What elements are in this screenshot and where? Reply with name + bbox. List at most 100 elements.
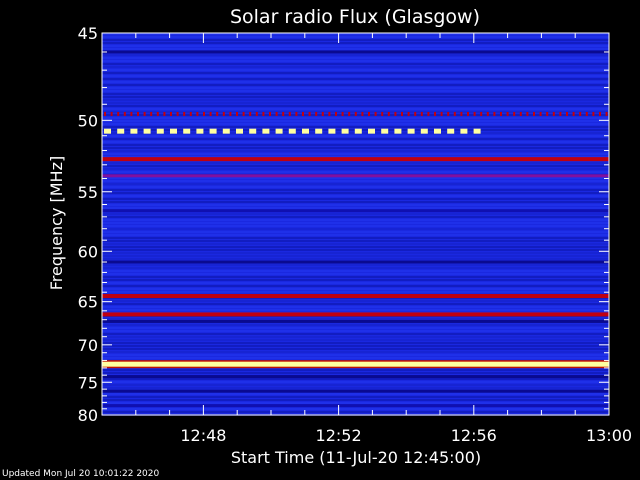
band-dash bbox=[321, 111, 324, 116]
y-axis-label: Frequency [MHz] bbox=[47, 156, 66, 290]
band-dash bbox=[506, 111, 509, 116]
band-dash bbox=[130, 128, 138, 134]
spectrogram-texture-line bbox=[102, 135, 609, 137]
updated-timestamp: Updated Mon Jul 20 10:01:22 2020 bbox=[2, 469, 160, 479]
spectrogram-texture-line bbox=[102, 69, 609, 71]
band-dash bbox=[401, 111, 403, 116]
band-dash bbox=[176, 111, 179, 116]
band-line bbox=[102, 174, 609, 178]
band-dash bbox=[249, 111, 252, 116]
band-dash bbox=[368, 128, 375, 134]
band-dash bbox=[354, 128, 362, 134]
spectrogram-texture-line bbox=[102, 72, 609, 74]
spectrogram-texture-line bbox=[102, 165, 609, 167]
spectrogram-texture-line bbox=[102, 168, 609, 170]
band-dash bbox=[467, 111, 469, 116]
band-dash bbox=[513, 111, 516, 116]
spectrogram-texture-line bbox=[102, 141, 609, 143]
spectrogram-texture-line bbox=[102, 282, 609, 284]
spectrogram-texture-line bbox=[102, 54, 609, 56]
band-dash bbox=[566, 111, 568, 116]
band-line bbox=[102, 50, 609, 54]
spectrogram-texture-line bbox=[102, 276, 609, 278]
spectrogram-texture-line bbox=[102, 357, 609, 359]
band-dash bbox=[493, 111, 496, 116]
band-dash bbox=[104, 111, 106, 116]
band-line bbox=[102, 209, 609, 213]
spectrogram-texture-line bbox=[102, 306, 609, 308]
band-dash bbox=[328, 111, 331, 116]
band-dash bbox=[262, 128, 270, 134]
chart-title: Solar radio Flux (Glasgow) bbox=[230, 6, 480, 28]
band-line bbox=[102, 375, 609, 379]
spectrogram-texture-line bbox=[102, 249, 609, 251]
spectrogram-texture-line bbox=[102, 198, 609, 200]
spectrogram-texture-line bbox=[102, 303, 609, 305]
spectrogram-texture-line bbox=[102, 108, 609, 110]
spectrogram-texture-line bbox=[102, 372, 609, 374]
spectrogram-texture-line bbox=[102, 171, 609, 173]
y-tick-label: 75 bbox=[78, 373, 98, 392]
spectrogram-texture-line bbox=[102, 195, 609, 197]
y-tick-label: 65 bbox=[78, 293, 98, 312]
spectrogram-texture-line bbox=[102, 48, 609, 50]
band-line bbox=[102, 312, 609, 317]
spectrogram-texture-line bbox=[102, 279, 609, 281]
band-dash bbox=[480, 111, 483, 116]
band-dash bbox=[143, 128, 151, 134]
band-dash bbox=[196, 111, 199, 116]
band-dash bbox=[222, 128, 230, 134]
band-line bbox=[102, 404, 609, 408]
spectrogram-texture-line bbox=[102, 267, 609, 269]
band-core bbox=[102, 361, 609, 367]
x-tick-label: 13:00 bbox=[586, 426, 632, 445]
band-dash bbox=[209, 128, 217, 134]
band-dash bbox=[123, 111, 126, 116]
spectrogram-texture-line bbox=[102, 330, 609, 332]
spectrogram-texture-line bbox=[102, 63, 609, 65]
band-dash bbox=[361, 111, 364, 116]
band-dash bbox=[381, 111, 384, 116]
spectrogram-texture-line bbox=[102, 273, 609, 275]
band-dash bbox=[302, 111, 304, 116]
band-dash bbox=[414, 111, 417, 116]
spectrogram-texture-line bbox=[102, 339, 609, 341]
spectrogram-texture-line bbox=[102, 102, 609, 104]
spectrogram-texture-line bbox=[102, 78, 609, 80]
band-dash bbox=[341, 128, 349, 134]
band-dash bbox=[262, 111, 265, 116]
band-dash bbox=[533, 111, 535, 116]
spectrogram-texture-line bbox=[102, 84, 609, 86]
band-dash bbox=[236, 128, 243, 134]
band-dash bbox=[407, 111, 410, 116]
band-dash bbox=[295, 111, 298, 116]
band-dash bbox=[236, 111, 238, 116]
band-dash bbox=[229, 111, 232, 116]
band-dash bbox=[302, 128, 309, 134]
band-dash bbox=[592, 111, 595, 116]
band-dash bbox=[440, 111, 443, 116]
band-dash bbox=[183, 128, 191, 134]
band-dash bbox=[381, 128, 389, 134]
x-axis-label: Start Time (11-Jul-20 12:45:00) bbox=[231, 448, 481, 467]
spectrogram-texture-line bbox=[102, 300, 609, 302]
spectrogram-texture-line bbox=[102, 180, 609, 182]
spectrogram-texture-line bbox=[102, 201, 609, 203]
band-dash bbox=[473, 128, 481, 134]
spectrogram-texture-line bbox=[102, 381, 609, 383]
spectrogram-texture-line bbox=[102, 399, 609, 401]
spectrogram-texture-line bbox=[102, 213, 609, 215]
band-dash bbox=[117, 128, 125, 134]
band-dash bbox=[599, 111, 601, 116]
band-dash bbox=[354, 111, 357, 116]
spectrogram-texture-line bbox=[102, 240, 609, 242]
band-dash bbox=[453, 111, 456, 116]
spectrogram-texture-line bbox=[102, 285, 609, 287]
plot-area bbox=[101, 32, 610, 416]
band-dash bbox=[447, 111, 450, 116]
spectrogram-texture-line bbox=[102, 150, 609, 152]
y-tick-label: 70 bbox=[78, 336, 98, 355]
spectrogram-texture-line bbox=[102, 402, 609, 404]
spectrogram-texture-line bbox=[102, 225, 609, 227]
spectrogram-texture-line bbox=[102, 219, 609, 221]
